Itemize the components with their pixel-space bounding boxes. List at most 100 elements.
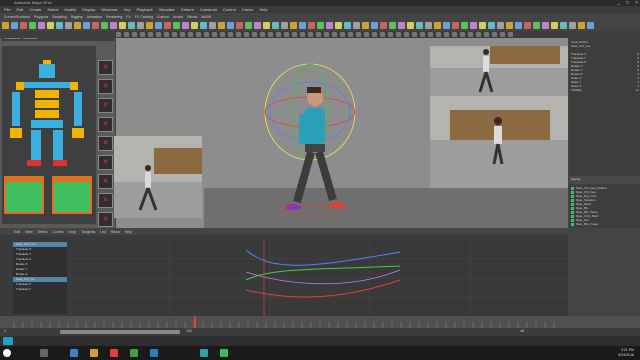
- character-arm[interactable]: [299, 114, 305, 144]
- range-start[interactable]: 1: [4, 329, 6, 333]
- maya-taskbar-icon[interactable]: [200, 349, 208, 357]
- viewport-tool-icon[interactable]: [132, 32, 137, 37]
- shelf-tool-icon[interactable]: [272, 22, 279, 29]
- shelf-tool-icon[interactable]: [569, 22, 576, 29]
- picker-button[interactable]: ✕: [98, 212, 113, 227]
- menu-display[interactable]: Display: [82, 7, 95, 12]
- picker-shoulders[interactable]: [24, 82, 70, 88]
- viewport-tool-icon[interactable]: [116, 32, 121, 37]
- shelf-tool-icon[interactable]: [11, 22, 18, 29]
- viewport-tool-icon[interactable]: [244, 32, 249, 37]
- shelf-tab[interactable]: FX Caching: [135, 15, 153, 19]
- shelf-tab[interactable]: Custom: [157, 15, 169, 19]
- picker-button[interactable]: ✕: [98, 174, 113, 189]
- edge-icon[interactable]: [70, 349, 78, 357]
- shelf-tool-icon[interactable]: [533, 22, 540, 29]
- picker-arm-l[interactable]: [74, 92, 82, 126]
- viewport-tool-icon[interactable]: [428, 32, 433, 37]
- shelf-tool-icon[interactable]: [128, 22, 135, 29]
- picker-finger-grid-l[interactable]: [54, 182, 90, 212]
- shelf-tool-icon[interactable]: [20, 22, 27, 29]
- viewport-tool-icon[interactable]: [148, 32, 153, 37]
- graph-menu-item[interactable]: List: [100, 230, 105, 234]
- picker-foot-r[interactable]: [27, 160, 41, 166]
- range-handle[interactable]: [60, 330, 180, 334]
- menu-edit[interactable]: Edit: [16, 7, 23, 12]
- picker-foot-l[interactable]: [53, 160, 67, 166]
- shelf-tool-icon[interactable]: [587, 22, 594, 29]
- graph-menu-item[interactable]: Help: [125, 230, 132, 234]
- range-end[interactable]: 120: [186, 329, 192, 333]
- picker-button[interactable]: ✕: [98, 155, 113, 170]
- curve-purple[interactable]: [245, 269, 401, 285]
- time-slider[interactable]: [0, 316, 640, 328]
- shelf-tool-icon[interactable]: [362, 22, 369, 29]
- picker-hand-r[interactable]: [10, 128, 22, 138]
- viewport-tool-icon[interactable]: [468, 32, 473, 37]
- picker-button[interactable]: ✕: [98, 60, 113, 75]
- shelf-tool-icon[interactable]: [245, 22, 252, 29]
- shelf-tool-icon[interactable]: [398, 22, 405, 29]
- graph-menu-item[interactable]: Keys: [68, 230, 76, 234]
- shelf-tool-icon[interactable]: [119, 22, 126, 29]
- shelf-tool-icon[interactable]: [470, 22, 477, 29]
- shelf-tool-icon[interactable]: [578, 22, 585, 29]
- shelf-tool-icon[interactable]: [497, 22, 504, 29]
- viewport-tool-icon[interactable]: [404, 32, 409, 37]
- shelf-tab[interactable]: Curves/Surfaces: [4, 15, 30, 19]
- range-slider[interactable]: 1 120 48: [0, 328, 640, 336]
- shelf-tool-icon[interactable]: [524, 22, 531, 29]
- picker-spine[interactable]: [35, 100, 59, 108]
- graph-menu-item[interactable]: Select: [38, 230, 48, 234]
- viewport-tool-icon[interactable]: [460, 32, 465, 37]
- shelf-tool-icon[interactable]: [65, 22, 72, 29]
- shelf-tab[interactable]: Arnold: [173, 15, 183, 19]
- viewport-tool-icon[interactable]: [300, 32, 305, 37]
- shelf-tool-icon[interactable]: [263, 22, 270, 29]
- picker-button[interactable]: ✕: [98, 136, 113, 151]
- menu-file[interactable]: File: [4, 7, 10, 12]
- shelf-tool-icon[interactable]: [488, 22, 495, 29]
- picker-leg-l[interactable]: [53, 130, 63, 160]
- shelf-tool-icon[interactable]: [308, 22, 315, 29]
- menu-playback[interactable]: Playback: [137, 7, 153, 12]
- system-clock[interactable]: 3:21 PM 6/24/2016: [618, 348, 634, 358]
- layer-visibility-icon[interactable]: [571, 222, 574, 226]
- picker-shoulder-r[interactable]: [16, 82, 24, 90]
- viewport-tool-icon[interactable]: [436, 32, 441, 37]
- viewport-tool-icon[interactable]: [388, 32, 393, 37]
- shelf-tool-icon[interactable]: [515, 22, 522, 29]
- viewport-tool-icon[interactable]: [420, 32, 425, 37]
- app-icon[interactable]: [150, 349, 158, 357]
- layer-row[interactable]: Nate_BG_Image: [571, 222, 639, 226]
- character-leg-front[interactable]: [315, 150, 337, 202]
- graph-menu-item[interactable]: Curves: [52, 230, 63, 234]
- shelf-tool-icon[interactable]: [209, 22, 216, 29]
- root-ctrl[interactable]: [278, 204, 348, 216]
- shelf-tool-icon[interactable]: [173, 22, 180, 29]
- graph-menu-item[interactable]: View: [25, 230, 33, 234]
- shelf-tab[interactable]: Animation: [87, 15, 103, 19]
- viewport-tool-icon[interactable]: [164, 32, 169, 37]
- viewport-tool-icon[interactable]: [220, 32, 225, 37]
- shelf-tool-icon[interactable]: [344, 22, 351, 29]
- layer-visibility-icon[interactable]: [571, 186, 574, 190]
- layer-visibility-icon[interactable]: [571, 190, 574, 194]
- viewport-tool-icon[interactable]: [396, 32, 401, 37]
- menu-deform[interactable]: Deform: [181, 7, 194, 12]
- viewport-tool-icon[interactable]: [348, 32, 353, 37]
- picker-button[interactable]: ✕: [98, 117, 113, 132]
- viewport-tool-icon[interactable]: [140, 32, 145, 37]
- shelf-tab[interactable]: Polygons: [34, 15, 48, 19]
- viewport-tool-icon[interactable]: [236, 32, 241, 37]
- viewport-tool-icon[interactable]: [156, 32, 161, 37]
- shelf-tool-icon[interactable]: [371, 22, 378, 29]
- shelf-tool-icon[interactable]: [461, 22, 468, 29]
- folder-icon[interactable]: [90, 349, 98, 357]
- picker-shoulder-l[interactable]: [70, 82, 78, 90]
- viewport-tool-icon[interactable]: [188, 32, 193, 37]
- app-icon[interactable]: [130, 349, 138, 357]
- shelf-tab[interactable]: MASH: [201, 15, 211, 19]
- menu-windows[interactable]: Windows: [101, 7, 117, 12]
- menu-constrain[interactable]: Constrain: [200, 7, 217, 12]
